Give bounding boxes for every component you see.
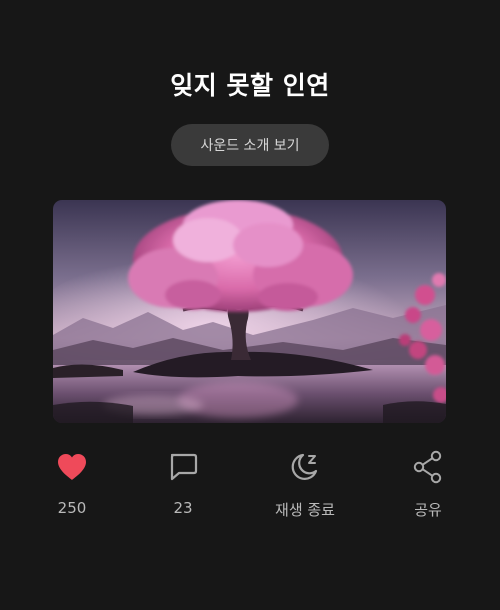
sleep-timer-button[interactable]: 재생 종료 <box>255 450 355 520</box>
artwork-image <box>53 200 446 423</box>
comment-button[interactable]: 23 <box>133 450 233 517</box>
share-icon <box>411 450 445 484</box>
page-title: 잊지 못할 인연 <box>170 71 330 100</box>
like-button[interactable]: 250 <box>22 450 122 517</box>
comment-icon <box>166 450 200 484</box>
share-label: 공유 <box>414 501 442 519</box>
action-bar: 250 23 재생 종료 공유 <box>0 450 500 530</box>
share-button[interactable]: 공유 <box>378 450 478 520</box>
sound-intro-button[interactable]: 사운드 소개 보기 <box>171 124 329 166</box>
sleep-timer-label: 재생 종료 <box>275 501 335 519</box>
like-count: 250 <box>57 499 87 517</box>
comment-count: 23 <box>173 499 193 517</box>
heart-icon <box>55 450 89 484</box>
moon-sleep-icon <box>288 450 322 484</box>
